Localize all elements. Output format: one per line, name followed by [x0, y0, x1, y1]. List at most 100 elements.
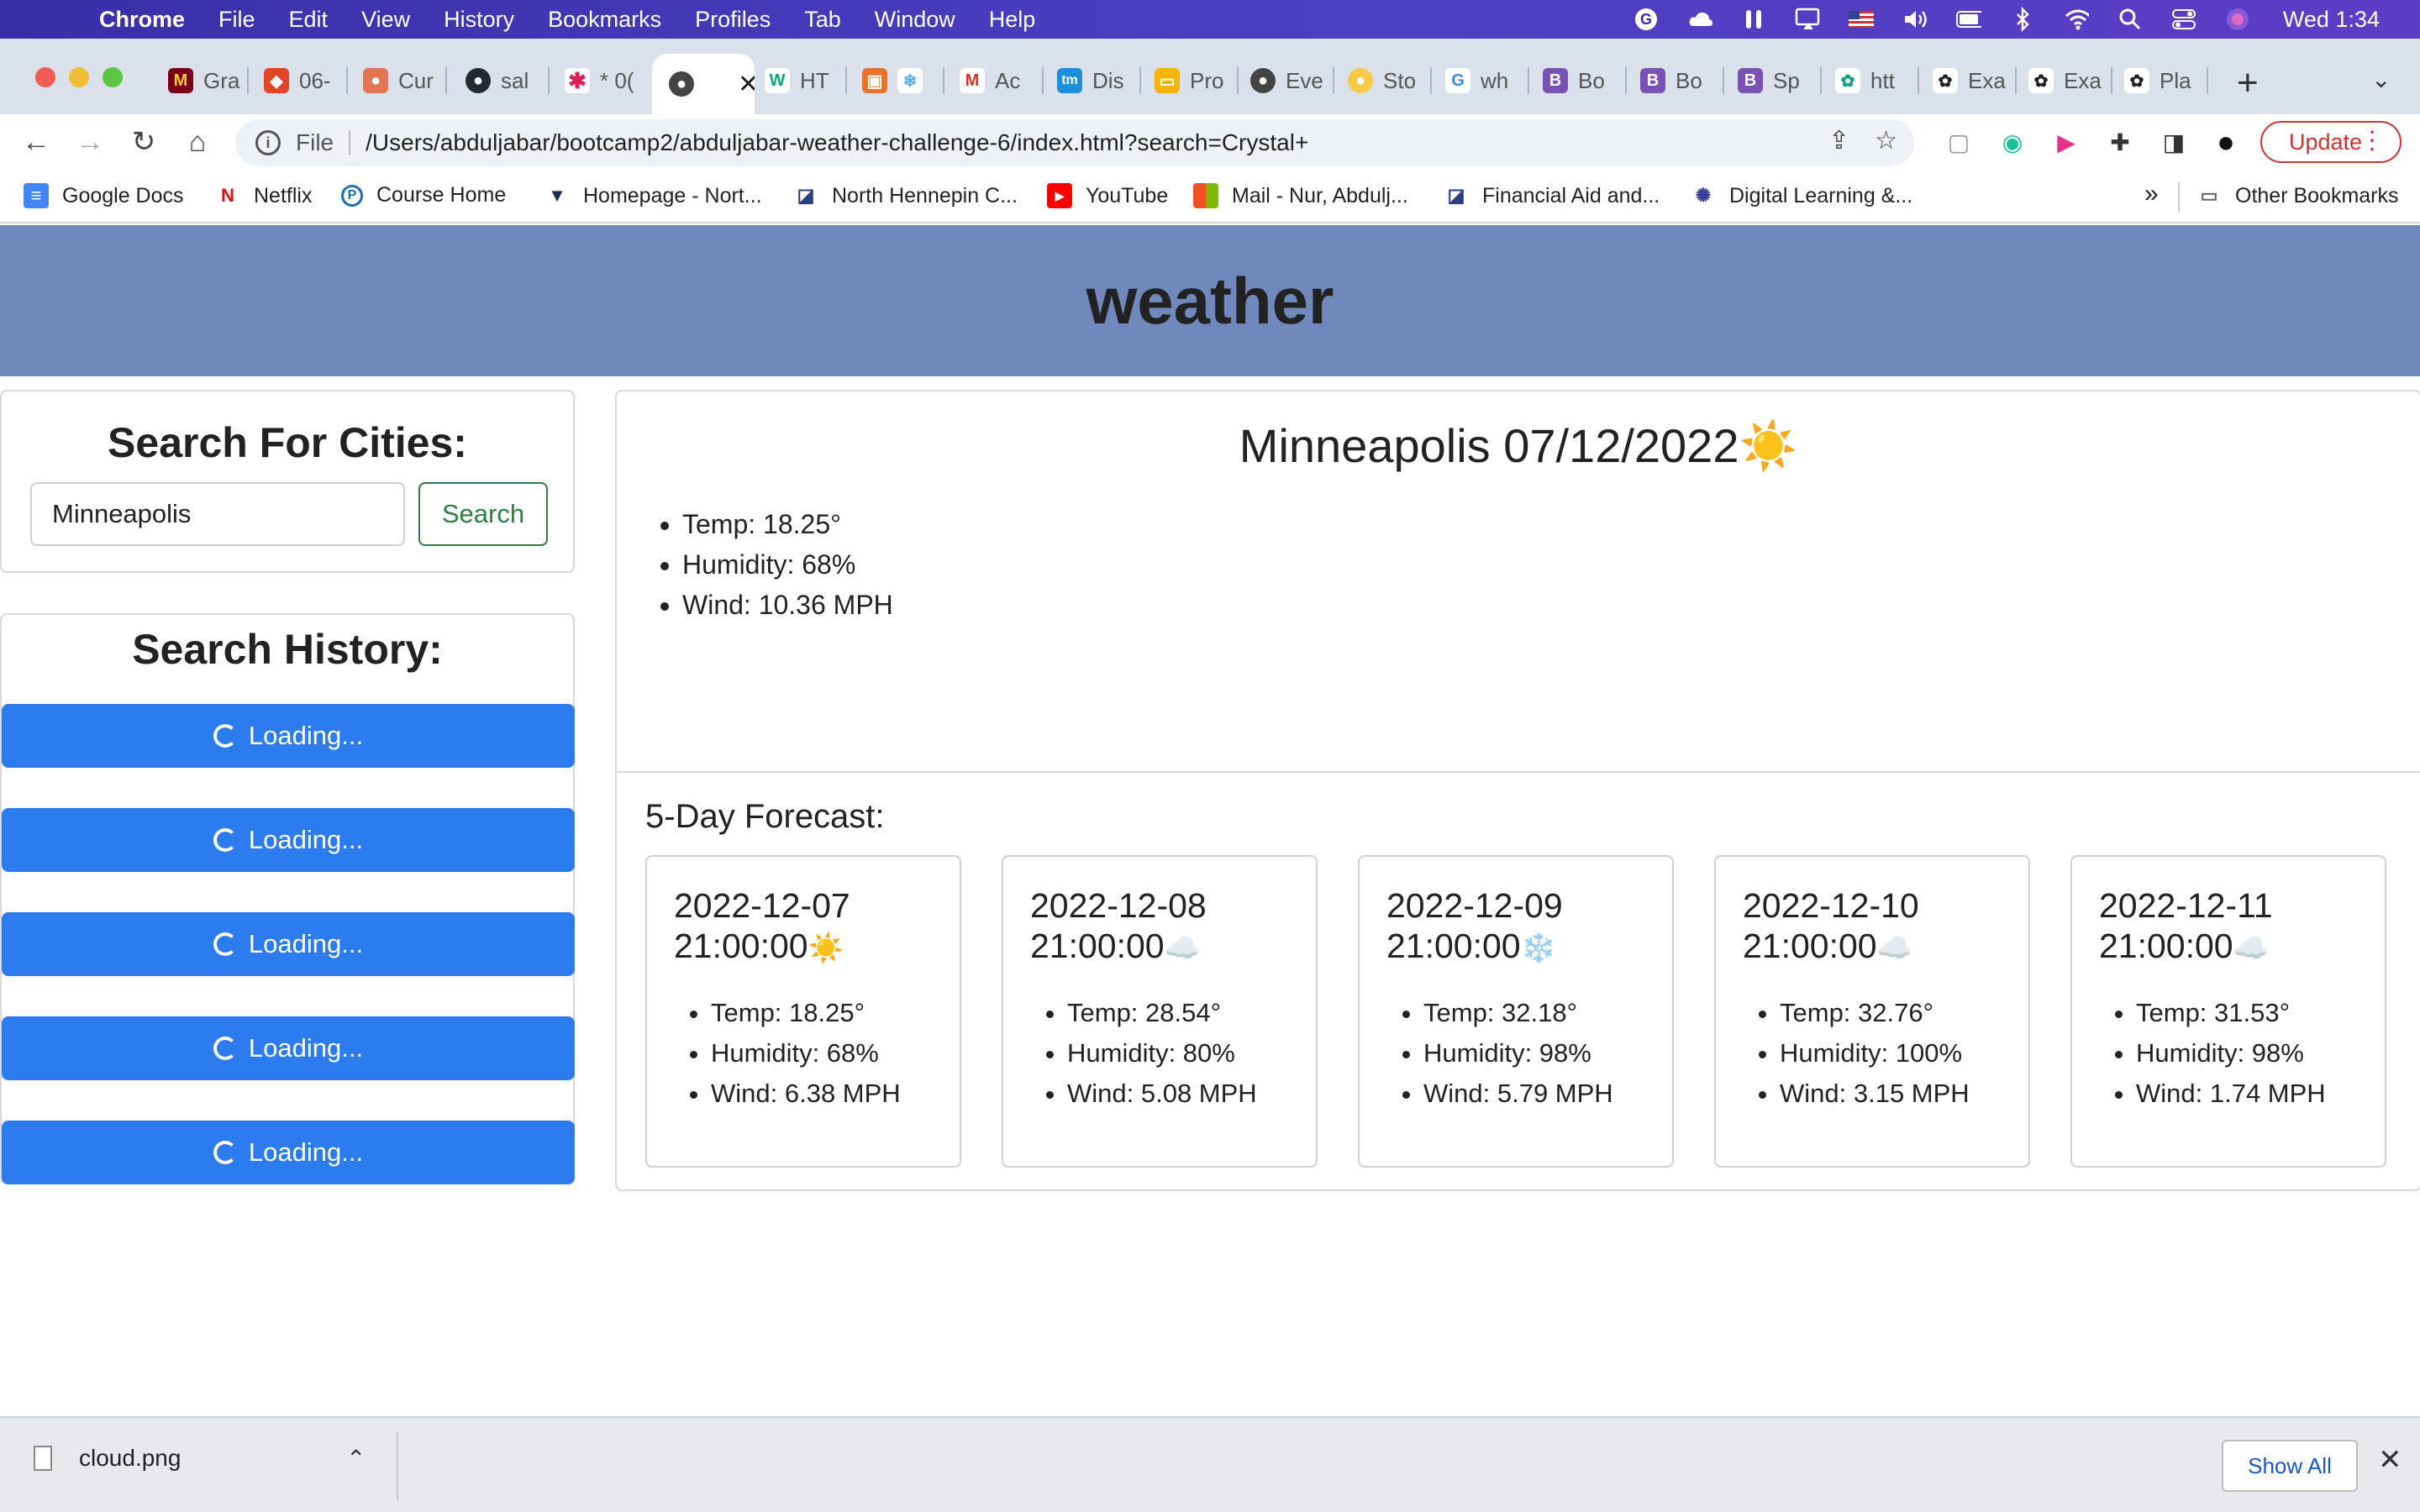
browser-tab[interactable]: ✿ Exa [1933, 55, 2017, 106]
divider [397, 1431, 398, 1500]
browser-tab[interactable]: ✿ Exa [2028, 55, 2112, 106]
browser-tab[interactable]: B Bo [1640, 55, 1724, 106]
browser-tab-active[interactable]: ● ✕ [652, 54, 755, 114]
close-icon[interactable]: ✕ [2378, 1443, 2402, 1477]
side-panel-icon[interactable]: ◨ [2158, 126, 2190, 158]
extension-icon[interactable]: ▢ [1943, 126, 1975, 158]
bookmark-star-icon[interactable]: ☆ [1875, 126, 1897, 155]
menu-file[interactable]: File [218, 7, 255, 33]
menu-window[interactable]: Window [875, 7, 955, 33]
tab-search-chevron-icon[interactable]: ⌄ [2371, 66, 2391, 93]
update-button[interactable]: Update ⋮ [2260, 121, 2402, 163]
forecast-wind: Wind: 6.38 MPH [711, 1074, 901, 1114]
back-arrow-icon[interactable]: ← [17, 123, 55, 161]
browser-tab[interactable]: ◆ 06- [264, 55, 348, 106]
history-item-button[interactable]: Loading... [2, 1016, 575, 1080]
forecast-stats: Temp: 32.18° Humidity: 98% Wind: 5.79 MP… [1360, 993, 1613, 1114]
window-minimize-button[interactable] [69, 67, 89, 87]
browser-tab[interactable]: ▣ ❄ [862, 55, 944, 106]
bookmark-item[interactable]: Mail - Nur, Abdulj... [1193, 183, 1408, 208]
menu-tab[interactable]: Tab [804, 7, 841, 33]
bookmark-item[interactable]: P Course Home [341, 183, 506, 207]
cloud-icon[interactable] [1687, 7, 1712, 32]
browser-tab[interactable]: M Ac [960, 55, 1044, 106]
screen-mirror-icon[interactable] [1795, 7, 1820, 32]
profile-avatar-icon[interactable]: ● [2210, 124, 2242, 159]
browser-tab[interactable]: ● Eve [1250, 55, 1334, 106]
home-icon[interactable]: ⌂ [178, 123, 217, 161]
other-bookmarks-folder[interactable]: ▭ Other Bookmarks [2196, 183, 2399, 208]
reload-icon[interactable]: ↻ [124, 123, 163, 161]
forecast-temp: Temp: 18.25° [711, 993, 901, 1033]
browser-tab[interactable]: G wh [1445, 55, 1529, 106]
show-all-button[interactable]: Show All [2222, 1440, 2358, 1492]
browser-tab[interactable]: M Gra [168, 55, 249, 106]
menu-bar-clock[interactable]: Wed 1:34 [2283, 7, 2380, 33]
menu-profiles[interactable]: Profiles [695, 7, 771, 33]
browser-tab[interactable]: ✿ Pla [2124, 55, 2208, 106]
browser-tab[interactable]: ▭ Pro [1155, 55, 1239, 106]
menu-app-name[interactable]: Chrome [99, 7, 185, 33]
volume-icon[interactable] [1902, 7, 1928, 32]
bookmark-item[interactable]: ▶ YouTube [1047, 183, 1168, 208]
cloud-icon: ☁️ [1876, 932, 1912, 964]
share-icon[interactable]: ⇪ [1828, 126, 1849, 155]
tab-title: * 0( [600, 67, 634, 93]
window-zoom-button[interactable] [103, 67, 123, 87]
browser-tab[interactable]: ● sal [466, 55, 550, 106]
history-item-button[interactable]: Loading... [2, 808, 575, 872]
browser-tab[interactable]: ✱ * 0( [565, 55, 649, 106]
more-bookmarks-chevron-icon[interactable]: » [2144, 180, 2159, 208]
bookmark-item[interactable]: ◪ North Hennepin C... [793, 183, 1018, 208]
control-center-icon[interactable] [2171, 7, 2196, 32]
download-item[interactable]: cloud.png [34, 1445, 181, 1472]
history-item-button[interactable]: Loading... [2, 704, 575, 768]
bookmark-item[interactable]: N Netflix [215, 183, 312, 208]
bookmark-item[interactable]: ◪ Financial Aid and... [1444, 183, 1660, 208]
window-close-button[interactable] [35, 67, 55, 87]
search-button[interactable]: Search [418, 482, 548, 546]
menu-help[interactable]: Help [989, 7, 1036, 33]
puzzle-extensions-icon[interactable]: ✚ [2104, 126, 2136, 158]
browser-tab[interactable]: B Bo [1543, 55, 1627, 106]
address-bar[interactable]: i File /Users/abduljabar/bootcamp2/abdul… [235, 119, 1914, 166]
url-text[interactable]: /Users/abduljabar/bootcamp2/abduljabar-w… [366, 129, 1308, 156]
bookmark-item[interactable]: ▼ Homepage - Nort... [544, 183, 761, 208]
snowflake-icon: ❄️ [1520, 932, 1556, 964]
bookmark-item[interactable]: ✺ Digital Learning &... [1691, 183, 1912, 208]
airpods-icon[interactable] [1741, 7, 1766, 32]
new-tab-plus-icon[interactable]: + [2237, 62, 2259, 104]
history-item-button[interactable]: Loading... [2, 912, 575, 976]
play-extension-icon[interactable]: ▶ [2050, 126, 2082, 158]
browser-tab[interactable]: tm Dis [1057, 55, 1141, 106]
browser-tab[interactable]: ✿ htt [1835, 55, 1919, 106]
bookmark-item[interactable]: ≡ Google Docs [24, 183, 184, 208]
menu-view[interactable]: View [361, 7, 410, 33]
battery-icon[interactable] [1955, 7, 1981, 32]
minnesota-icon: M [168, 68, 193, 93]
search-heading: Search For Cities: [108, 419, 467, 466]
wifi-icon[interactable] [2064, 7, 2089, 32]
browser-tab[interactable]: ● Sto [1348, 55, 1432, 106]
browser-tab[interactable]: B Sp [1738, 55, 1822, 106]
menu-edit[interactable]: Edit [289, 7, 329, 33]
history-item-button[interactable]: Loading... [2, 1121, 575, 1184]
tab-close-icon[interactable]: ✕ [738, 70, 755, 99]
siri-icon[interactable] [2225, 7, 2250, 32]
grammarly-extension-icon[interactable]: ◉ [1996, 126, 2028, 158]
browser-tab[interactable]: W HT [765, 55, 847, 106]
us-flag-icon[interactable] [1848, 7, 1874, 32]
grammarly-icon[interactable]: G [1634, 7, 1659, 32]
menu-history[interactable]: History [444, 7, 514, 33]
forward-arrow-icon[interactable]: → [71, 123, 109, 161]
bluetooth-icon[interactable] [2010, 7, 2035, 32]
city-search-input[interactable] [30, 482, 405, 546]
bookmark-label: Netflix [254, 183, 313, 207]
site-info-icon[interactable]: i [255, 130, 281, 155]
browser-tab[interactable]: ● Cur [363, 55, 447, 106]
more-vertical-icon[interactable]: ⋮ [2360, 126, 2385, 155]
spotlight-search-icon[interactable] [2118, 7, 2143, 32]
menu-bookmarks[interactable]: Bookmarks [548, 7, 661, 33]
forecast-wind: Wind: 5.08 MPH [1067, 1074, 1257, 1114]
chevron-up-icon[interactable]: ⌃ [346, 1445, 366, 1473]
